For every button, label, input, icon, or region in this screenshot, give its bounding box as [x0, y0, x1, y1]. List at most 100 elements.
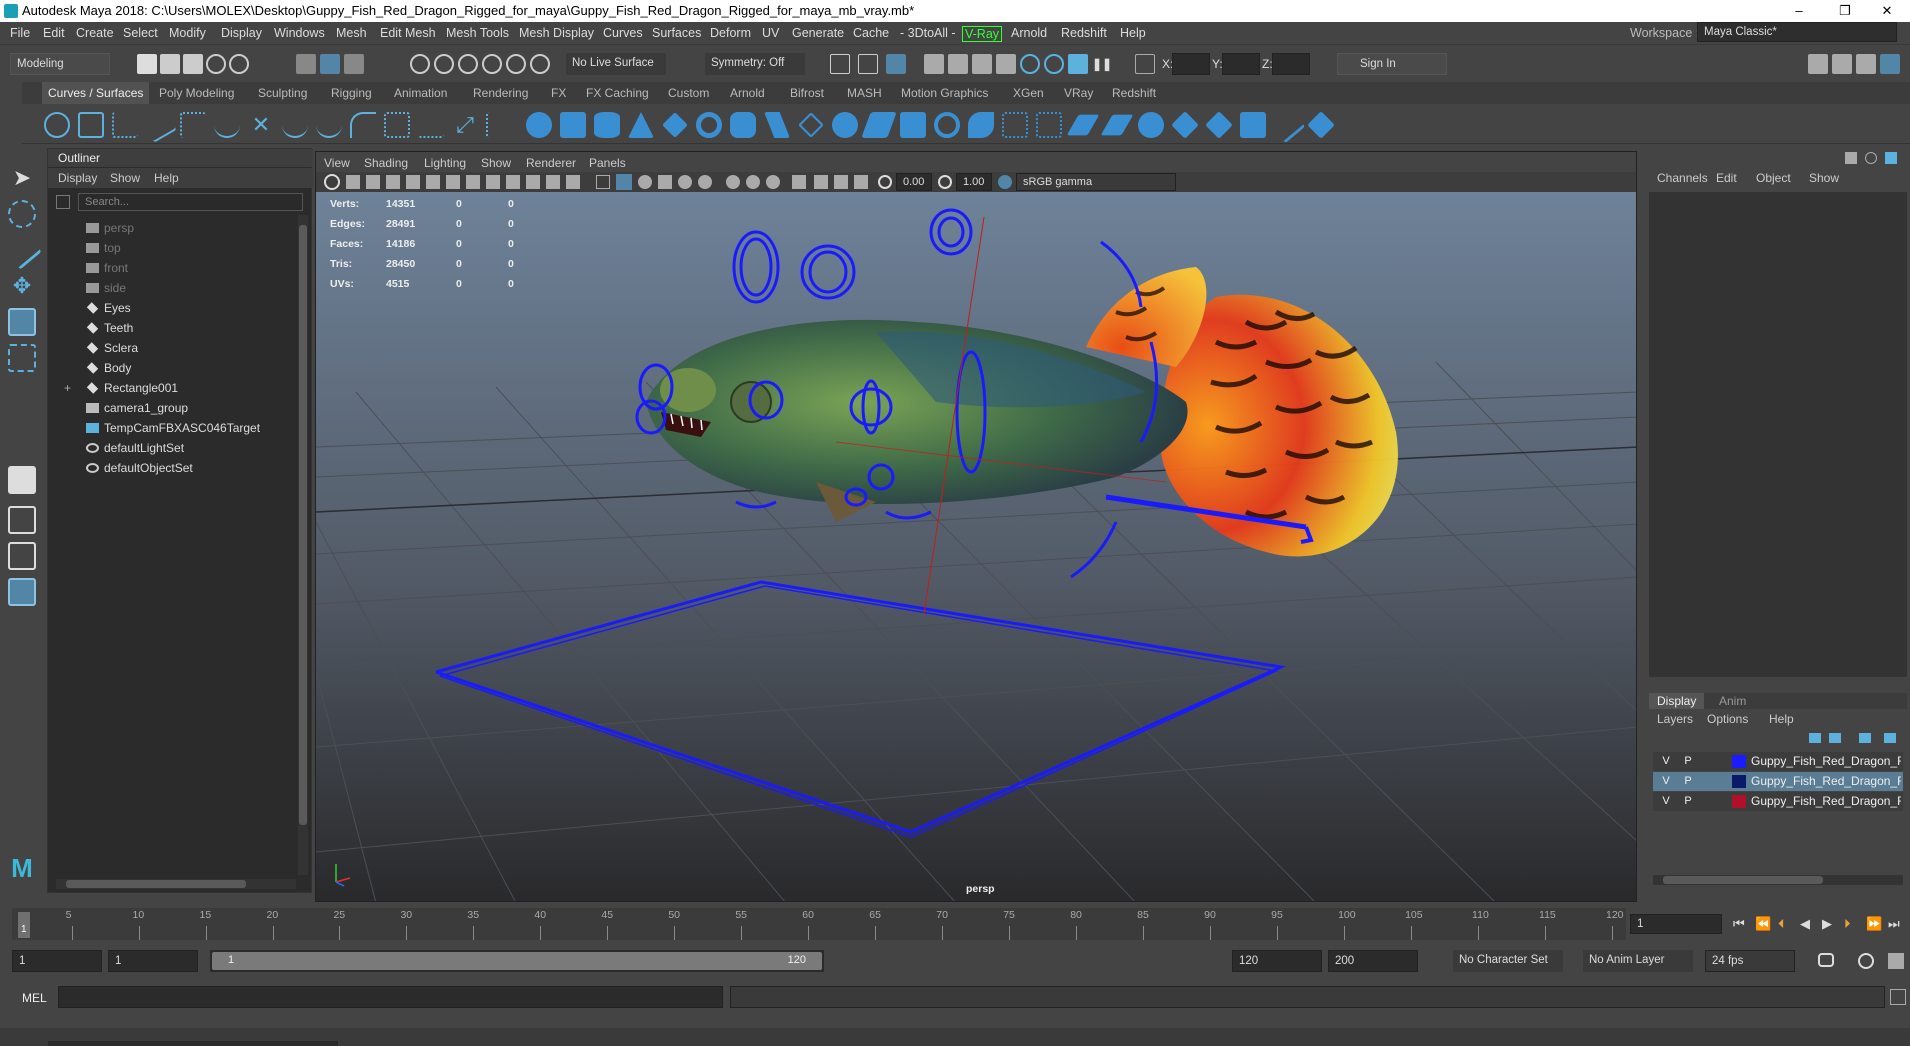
- y-field[interactable]: [1222, 53, 1260, 75]
- restore-button[interactable]: ❐: [1822, 0, 1868, 22]
- grease-pencil-icon[interactable]: [426, 175, 440, 189]
- motion-blur-icon[interactable]: [746, 175, 760, 189]
- outliner-item[interactable]: TempCamFBXASC046Target: [84, 419, 260, 437]
- step-back-frame-icon[interactable]: ⏴: [1778, 916, 1785, 932]
- command-input[interactable]: [58, 986, 723, 1008]
- outliner-item[interactable]: Sclera: [84, 339, 138, 357]
- outliner-item[interactable]: Body: [84, 359, 131, 377]
- scale-tool-icon[interactable]: [8, 344, 36, 372]
- 3d-scene[interactable]: Verts: 14351 0 0 Edges: 28491 0 0 Faces: 14186 0 0 T…: [316, 192, 1636, 901]
- channel-menu-show[interactable]: Show: [1809, 171, 1839, 185]
- shelf-tab-poly-modeling[interactable]: Poly Modeling: [159, 86, 234, 100]
- step-forward-frame-icon[interactable]: ⏵: [1844, 916, 1851, 932]
- select-by-hierarchy-icon[interactable]: [296, 54, 316, 74]
- menu-display[interactable]: Display: [221, 26, 262, 40]
- view-transform-dropdown[interactable]: sRGB gamma: [1016, 173, 1176, 191]
- menu-edit-mesh[interactable]: Edit Mesh: [380, 26, 436, 40]
- shelf-tab-vray[interactable]: VRay: [1064, 86, 1093, 100]
- save-scene-icon[interactable]: [183, 54, 203, 74]
- range-slider[interactable]: 1 120: [210, 950, 824, 972]
- playback-end-field[interactable]: 120: [1232, 950, 1322, 972]
- shelf-tab-motion-graphics[interactable]: Motion Graphics: [901, 86, 988, 100]
- select-by-object-icon[interactable]: [320, 54, 340, 74]
- outliner-item[interactable]: Teeth: [84, 319, 133, 337]
- paint-select-icon[interactable]: [2, 230, 42, 270]
- viewport-menu-panels[interactable]: Panels: [589, 156, 626, 170]
- step-back-key-icon[interactable]: ⏪: [1755, 916, 1771, 932]
- extrude-icon[interactable]: [832, 112, 858, 138]
- shelf-tab-rigging[interactable]: Rigging: [331, 86, 372, 100]
- smooth-shade-icon[interactable]: [616, 174, 632, 190]
- ambient-occlusion-icon[interactable]: [726, 175, 740, 189]
- modeling-toolkit-icon[interactable]: [1808, 54, 1828, 74]
- select-tool-icon[interactable]: ➤: [8, 164, 36, 192]
- snap-vertex-icon[interactable]: [530, 54, 550, 74]
- outliner-menu-display[interactable]: Display: [58, 171, 97, 185]
- outliner-item[interactable]: defaultObjectSet: [84, 459, 193, 477]
- input-output-icon[interactable]: [858, 54, 878, 74]
- shelf-tab-custom[interactable]: Custom: [668, 86, 709, 100]
- time-slider-track[interactable]: [12, 908, 1626, 940]
- intersect-surface-icon[interactable]: [1002, 112, 1028, 138]
- move-tool-icon[interactable]: ✥: [8, 272, 36, 300]
- snap-surface-icon[interactable]: [506, 54, 526, 74]
- planar-icon[interactable]: [798, 112, 824, 138]
- layer-color-swatch[interactable]: [1732, 755, 1746, 768]
- ep-curve-icon[interactable]: [141, 107, 177, 143]
- untrim-icon[interactable]: [1100, 114, 1134, 136]
- vray-ipr-icon[interactable]: [1044, 54, 1064, 74]
- rotate-tool-icon[interactable]: [8, 308, 36, 336]
- layer-row[interactable]: VP Guppy_Fish_Red_Dragon_Rigged: [1653, 752, 1903, 771]
- layer-menu-help[interactable]: Help: [1769, 712, 1794, 726]
- menu-mesh-tools[interactable]: Mesh Tools: [446, 26, 509, 40]
- wireframe-icon[interactable]: [596, 175, 610, 189]
- channel-menu-edit[interactable]: Edit: [1716, 171, 1737, 185]
- vray-render-icon[interactable]: [1020, 54, 1040, 74]
- undo-icon[interactable]: [206, 54, 226, 74]
- menu-deform[interactable]: Deform: [710, 26, 751, 40]
- step-forward-key-icon[interactable]: ⏩: [1866, 916, 1882, 932]
- nurbs-square-icon[interactable]: [78, 112, 104, 138]
- outliner-search-input[interactable]: Search...: [78, 193, 303, 211]
- new-layer-icon[interactable]: [1859, 733, 1871, 743]
- outliner-menu-help[interactable]: Help: [154, 171, 179, 185]
- pencil-curve-icon[interactable]: [180, 112, 206, 138]
- viewport-menu-view[interactable]: View: [324, 156, 350, 170]
- menu-create[interactable]: Create: [76, 26, 114, 40]
- fps-dropdown[interactable]: 24 fps: [1705, 950, 1795, 972]
- layer-visibility-toggle[interactable]: V: [1657, 792, 1675, 811]
- snap-view-icon[interactable]: [482, 54, 502, 74]
- shelf-tab-rendering[interactable]: Rendering: [473, 86, 528, 100]
- z-field[interactable]: [1272, 53, 1310, 75]
- textured-icon[interactable]: [658, 175, 672, 189]
- gamma-icon[interactable]: [938, 175, 952, 189]
- gate-mask-icon[interactable]: [506, 175, 520, 189]
- isolate-select-icon[interactable]: [792, 175, 806, 189]
- channel-box-pin-icon[interactable]: [1845, 152, 1857, 164]
- snap-point-icon[interactable]: [458, 54, 478, 74]
- anti-aliasing-icon[interactable]: [766, 175, 780, 189]
- symmetry-dropdown[interactable]: Symmetry: Off: [705, 53, 805, 75]
- go-to-end-icon[interactable]: ⏭: [1888, 916, 1900, 932]
- current-time-marker[interactable]: 1: [18, 912, 30, 938]
- shelf-tab-arnold[interactable]: Arnold: [730, 86, 765, 100]
- expand-toggle-icon[interactable]: +: [64, 379, 71, 397]
- cv-curve-icon[interactable]: [112, 112, 138, 138]
- safe-action-icon[interactable]: [546, 175, 560, 189]
- snap-curve-icon[interactable]: [434, 54, 454, 74]
- channel-menu-channels[interactable]: Channels: [1657, 171, 1708, 185]
- shelf-tab-fx[interactable]: FX: [551, 86, 566, 100]
- hypershade-icon[interactable]: [996, 54, 1016, 74]
- nurbs-circle-icon[interactable]: [44, 112, 70, 138]
- outliner-hscrollbar[interactable]: [56, 879, 296, 889]
- scene-start-field[interactable]: 1: [12, 950, 102, 972]
- script-language-toggle[interactable]: MEL: [22, 991, 47, 1005]
- layer-playback-toggle[interactable]: P: [1679, 752, 1697, 771]
- loop-icon[interactable]: [1818, 953, 1834, 967]
- ipr-render-icon[interactable]: [948, 54, 968, 74]
- play-forwards-icon[interactable]: ▶: [1822, 916, 1832, 932]
- detach-surface-icon[interactable]: [1171, 111, 1199, 139]
- exposure-icon[interactable]: [878, 175, 892, 189]
- bookmarks-icon[interactable]: [366, 175, 380, 189]
- wireframe-on-shaded-icon[interactable]: [638, 175, 652, 189]
